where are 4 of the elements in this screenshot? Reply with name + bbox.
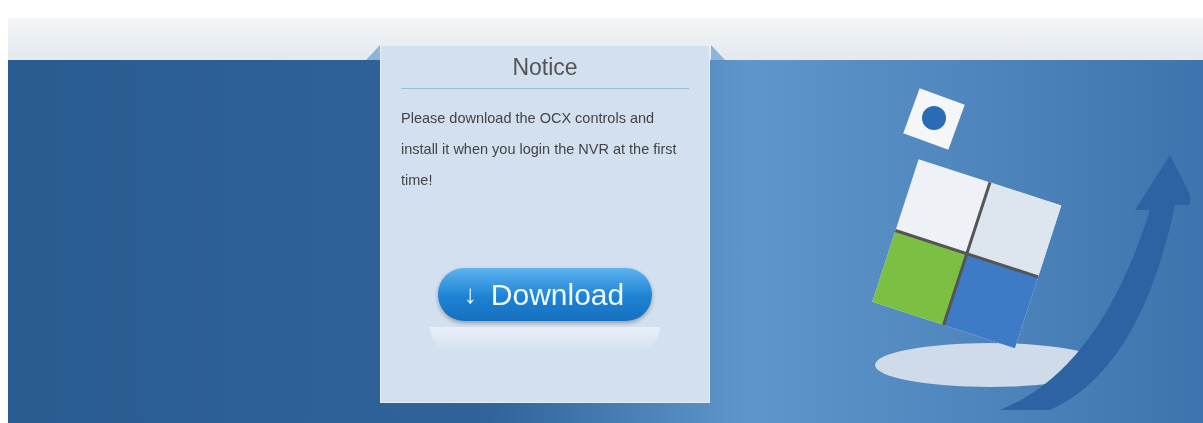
download-button[interactable]: ↓ Download [437, 267, 653, 321]
notice-title: Notice [401, 54, 689, 89]
download-icon: ↓ [463, 274, 477, 314]
notice-message: Please download the OCX controls and install it when you login the NVR at the first time! [401, 108, 678, 190]
